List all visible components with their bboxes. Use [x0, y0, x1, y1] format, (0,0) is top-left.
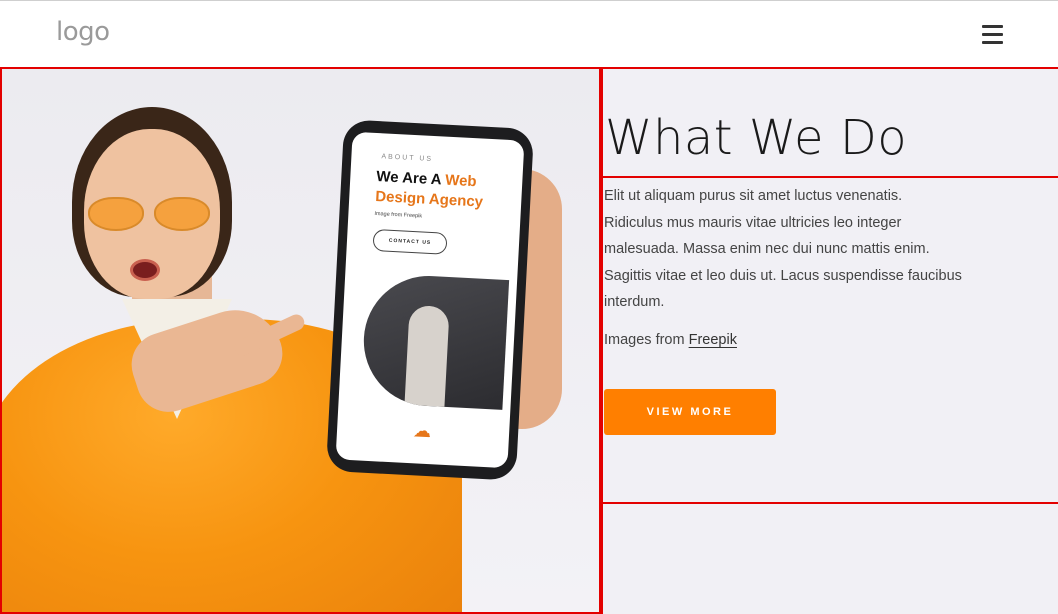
phone-contact-button: CONTACT US [372, 228, 448, 255]
phone-credit: Image from Freepik [374, 210, 423, 220]
phone-screen: ABOUT US We Are A Web Design Agency Imag… [335, 131, 525, 469]
hamburger-menu-icon[interactable] [982, 25, 1004, 45]
phone-photo [360, 272, 510, 410]
cloud-upload-icon: ☁ [412, 420, 432, 442]
site-header: logo [0, 0, 1058, 67]
section-title: What We Do [605, 110, 908, 166]
image-credit: Images from Freepik [604, 332, 737, 348]
phone-mockup: ABOUT US We Are A Web Design Agency Imag… [325, 119, 535, 481]
logo[interactable]: logo [56, 17, 110, 47]
hero-image: ABOUT US We Are A Web Design Agency Imag… [0, 67, 601, 614]
phone-heading: We Are A Web Design Agency [374, 168, 484, 211]
section-paragraph: Elit ut aliquam purus sit amet luctus ve… [604, 188, 962, 310]
phone-eyebrow: ABOUT US [381, 153, 434, 163]
freepik-link[interactable]: Freepik [689, 332, 737, 348]
view-more-button[interactable]: VIEW MORE [604, 389, 776, 435]
